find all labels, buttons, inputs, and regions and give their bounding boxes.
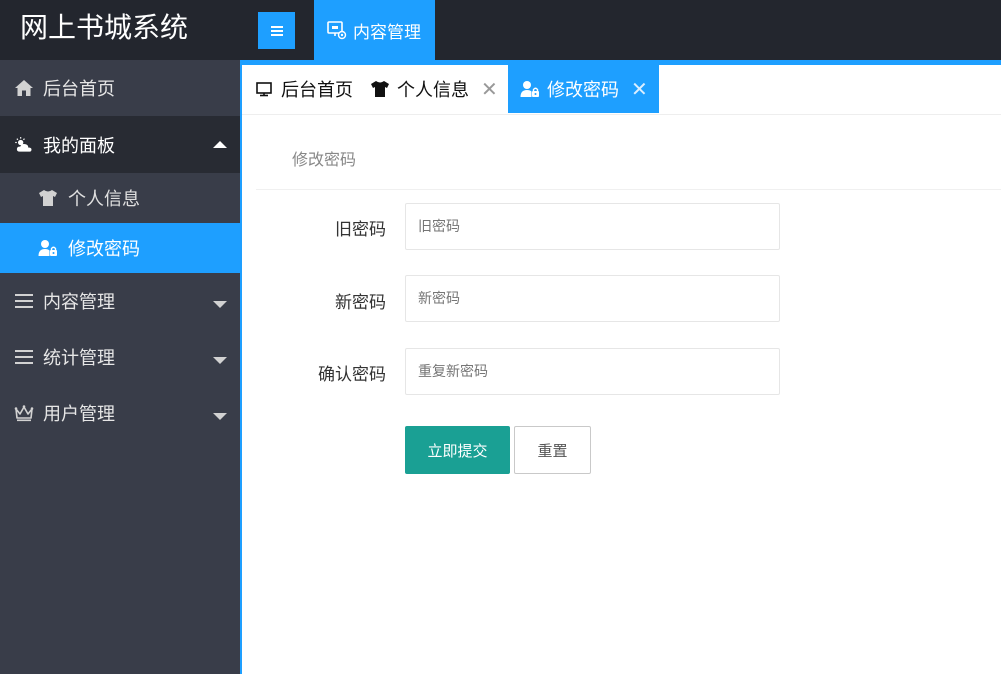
chevron-down-icon bbox=[213, 357, 227, 364]
panel-divider bbox=[256, 189, 1001, 190]
list-icon bbox=[14, 347, 34, 367]
crown-icon bbox=[14, 403, 34, 423]
sidebar-item-label: 统计管理 bbox=[43, 348, 115, 369]
reset-button[interactable]: 重置 bbox=[514, 426, 591, 474]
sidebar-item-label: 内容管理 bbox=[43, 292, 115, 313]
tshirt-icon bbox=[38, 188, 58, 208]
sidebar-item-content-manage[interactable]: 内容管理 bbox=[0, 273, 240, 329]
monitor-icon bbox=[254, 79, 274, 99]
close-icon[interactable]: ✕ bbox=[481, 79, 498, 99]
header-nav-label: 内容管理 bbox=[353, 22, 421, 43]
panel-title: 修改密码 bbox=[292, 150, 357, 169]
home-icon bbox=[14, 78, 34, 98]
submit-button[interactable]: 立即提交 bbox=[405, 426, 510, 474]
user-lock-icon bbox=[520, 79, 540, 99]
sidebar-item-my-panel[interactable]: 我的面板 bbox=[0, 116, 240, 173]
sidebar-item-label: 修改密码 bbox=[68, 239, 140, 260]
user-lock-icon bbox=[38, 238, 58, 258]
new-password-input[interactable] bbox=[405, 275, 780, 322]
menu-icon bbox=[270, 25, 283, 36]
tab-bar: 后台首页 个人信息 ✕ 修改密码 ✕ bbox=[242, 65, 1001, 115]
chevron-down-icon bbox=[213, 413, 227, 420]
sidebar-item-user-manage[interactable]: 用户管理 bbox=[0, 385, 240, 441]
sidebar-item-home[interactable]: 后台首页 bbox=[0, 60, 240, 116]
confirm-password-input[interactable] bbox=[405, 348, 780, 395]
header-nav-content-manage[interactable]: 内容管理 bbox=[314, 0, 435, 60]
sidebar-subitem-change-password[interactable]: 修改密码 bbox=[0, 223, 240, 273]
app-logo-title: 网上书城系统 bbox=[20, 11, 189, 44]
list-icon bbox=[14, 291, 34, 311]
tab-home[interactable]: 后台首页 bbox=[254, 65, 353, 113]
sidebar: 后台首页 我的面板 个人信息 修改密码 内容管理 统计管理 用户管理 bbox=[0, 60, 240, 674]
old-password-label: 旧密码 bbox=[335, 220, 386, 240]
chevron-up-icon bbox=[213, 140, 227, 148]
tab-personal-info[interactable]: 个人信息 ✕ bbox=[370, 65, 498, 113]
content-manage-icon bbox=[327, 20, 347, 40]
sidebar-subitem-personal-info[interactable]: 个人信息 bbox=[0, 173, 240, 223]
sidebar-item-label: 用户管理 bbox=[43, 404, 115, 425]
confirm-password-label: 确认密码 bbox=[318, 365, 386, 385]
old-password-input[interactable] bbox=[405, 203, 780, 250]
sidebar-item-label: 后台首页 bbox=[43, 79, 115, 100]
top-header: 网上书城系统 内容管理 bbox=[0, 0, 1001, 60]
sidebar-item-label: 个人信息 bbox=[68, 189, 140, 210]
tab-label: 修改密码 bbox=[547, 80, 619, 101]
chevron-down-icon bbox=[213, 301, 227, 308]
tshirt-icon bbox=[370, 79, 390, 99]
new-password-label: 新密码 bbox=[335, 293, 386, 313]
weather-icon bbox=[14, 135, 34, 155]
tab-change-password[interactable]: 修改密码 ✕ bbox=[508, 65, 659, 113]
menu-toggle-button[interactable] bbox=[258, 12, 295, 49]
sidebar-item-statistics[interactable]: 统计管理 bbox=[0, 329, 240, 385]
tab-label: 个人信息 bbox=[397, 80, 469, 101]
close-icon[interactable]: ✕ bbox=[631, 79, 648, 99]
sidebar-item-label: 我的面板 bbox=[43, 135, 115, 157]
tab-label: 后台首页 bbox=[281, 80, 353, 101]
